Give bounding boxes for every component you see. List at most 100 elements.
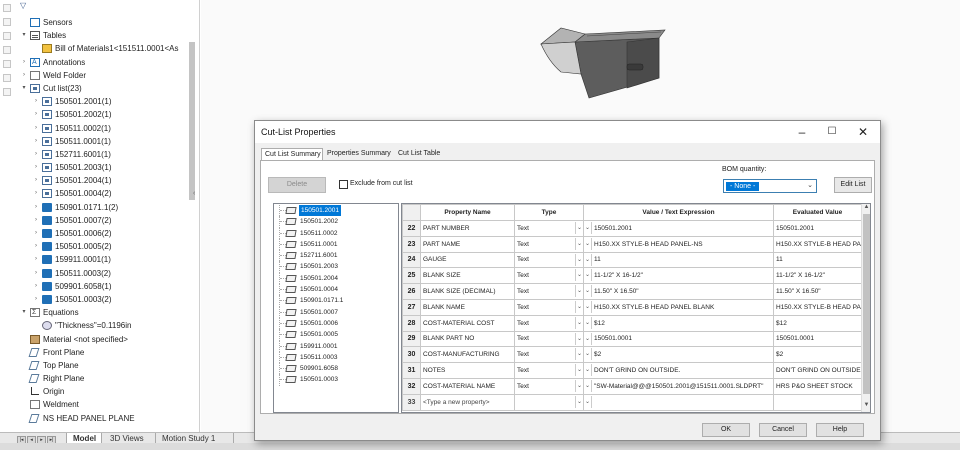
toolstrip-icon[interactable]: [3, 4, 11, 12]
tree-item[interactable]: › 150501.2001(1): [0, 95, 190, 108]
tree-item[interactable]: › 150501.0003(2): [0, 293, 190, 306]
chevron-down-icon[interactable]: ⌄: [575, 379, 583, 392]
value-expression-cell[interactable]: ⌄ "SW-Material@@@150501.2001@151511.0001.…: [583, 377, 774, 395]
expand-right-icon[interactable]: ›: [32, 148, 40, 161]
property-name-cell[interactable]: PART NAME: [420, 235, 515, 253]
cut-list-item[interactable]: 159911.0001: [274, 340, 398, 352]
chevron-down-icon[interactable]: ⌄: [575, 285, 583, 298]
expand-right-icon[interactable]: ›: [32, 95, 40, 108]
tree-item[interactable]: › 509901.6058(1): [0, 280, 190, 293]
expand-right-icon[interactable]: ›: [32, 214, 40, 227]
expand-right-icon[interactable]: ›: [32, 108, 40, 121]
value-expression-cell[interactable]: ⌄: [583, 393, 774, 411]
chevron-down-icon[interactable]: ⌄: [575, 364, 583, 377]
property-name-cell[interactable]: BLANK PART NO: [420, 330, 515, 348]
chevron-down-icon[interactable]: ⌄: [575, 237, 583, 250]
scroll-down-icon[interactable]: ▼: [862, 402, 870, 411]
expand-down-icon[interactable]: ▾: [20, 82, 28, 95]
tree-item[interactable]: Sensors: [0, 16, 190, 29]
chevron-down-icon[interactable]: ⌄: [585, 222, 592, 234]
cut-list-tree[interactable]: 150501.2001 150501.2002 150511.0002 150511.…: [273, 203, 399, 413]
value-expression-cell[interactable]: ⌄ 11: [583, 251, 774, 269]
chevron-down-icon[interactable]: ⌄: [585, 285, 592, 298]
property-name-cell[interactable]: BLANK SIZE: [420, 267, 515, 285]
property-name-cell[interactable]: COST-MATERIAL COST: [420, 314, 515, 332]
expand-right-icon[interactable]: ›: [32, 174, 40, 187]
type-cell[interactable]: Text ⌄: [514, 220, 584, 237]
value-expression-cell[interactable]: ⌄ 150501.2001: [583, 220, 774, 237]
value-expression-cell[interactable]: ⌄ H150.XX STYLE-B HEAD PANEL-NS: [583, 235, 774, 253]
table-row[interactable]: 22 PART NUMBER Text ⌄ ⌄ 150501.2001 150501.200…: [402, 220, 862, 237]
chevron-down-icon[interactable]: ⌄: [575, 222, 583, 234]
property-name-cell[interactable]: COST-MANUFACTURING: [420, 346, 515, 364]
value-expression-cell[interactable]: ⌄ 11-1/2" X 16-1/2": [583, 267, 774, 285]
table-row[interactable]: 23 PART NAME Text ⌄ ⌄ H150.XX STYLE-B HEAD PA…: [402, 235, 862, 253]
exclude-checkbox[interactable]: [339, 180, 348, 189]
tree-item[interactable]: ▾ Equations: [0, 306, 190, 319]
cut-list-item[interactable]: 509901.6058: [274, 363, 398, 375]
tree-item[interactable]: ▾ Cut list(23): [0, 82, 190, 95]
chevron-down-icon[interactable]: ⌄: [585, 379, 592, 392]
chevron-down-icon[interactable]: ⌄: [585, 364, 592, 377]
chevron-down-icon[interactable]: ⌄: [575, 253, 583, 266]
tree-item[interactable]: › 150501.0007(2): [0, 214, 190, 227]
value-expression-cell[interactable]: ⌄ H150.XX STYLE-B HEAD PANEL BLANK: [583, 298, 774, 316]
type-cell[interactable]: Text ⌄: [514, 314, 584, 332]
cut-list-item[interactable]: 150511.0002: [274, 227, 398, 239]
expand-right-icon[interactable]: ›: [20, 69, 28, 82]
expand-right-icon[interactable]: ›: [32, 227, 40, 240]
tree-item[interactable]: › 150511.0003(2): [0, 267, 190, 280]
dialog-titlebar[interactable]: Cut-List Properties – ☐ ✕: [255, 121, 880, 143]
cut-list-item[interactable]: 150901.0171.1: [274, 295, 398, 307]
edit-list-button[interactable]: Edit List: [834, 177, 872, 193]
cut-list-item[interactable]: 150501.2001: [274, 205, 398, 217]
tab-properties-summary[interactable]: Properties Summary: [324, 148, 394, 160]
expand-right-icon[interactable]: [20, 16, 28, 29]
expand-right-icon[interactable]: [20, 372, 28, 385]
expand-right-icon[interactable]: ›: [32, 135, 40, 148]
chevron-down-icon[interactable]: ⌄: [585, 253, 592, 266]
tree-item[interactable]: › 150511.0002(1): [0, 122, 190, 135]
expand-right-icon[interactable]: [20, 398, 28, 411]
tree-item[interactable]: › 150501.2004(1): [0, 174, 190, 187]
cut-list-item[interactable]: 150501.2002: [274, 216, 398, 228]
expand-right-icon[interactable]: ›: [32, 161, 40, 174]
tree-item[interactable]: › 150901.0171.1(2): [0, 201, 190, 214]
property-name-cell[interactable]: NOTES: [420, 362, 515, 379]
table-row[interactable]: 27 BLANK NAME Text ⌄ ⌄ H150.XX STYLE-B HEAD P…: [402, 298, 862, 316]
value-expression-cell[interactable]: ⌄ $2: [583, 346, 774, 364]
expand-right-icon[interactable]: [20, 385, 28, 398]
tree-scrollbar[interactable]: [188, 14, 196, 430]
tree-item[interactable]: Front Plane: [0, 346, 190, 359]
cut-list-item[interactable]: 150501.0004: [274, 284, 398, 296]
cut-list-item[interactable]: 150501.0007: [274, 306, 398, 318]
tree-item[interactable]: › 159911.0001(1): [0, 253, 190, 266]
table-row[interactable]: 25 BLANK SIZE Text ⌄ ⌄ 11-1/2" X 16-1/2" 11-1/…: [402, 267, 862, 285]
cut-list-item[interactable]: 150511.0003: [274, 351, 398, 364]
type-cell[interactable]: Text ⌄: [514, 362, 584, 379]
expand-right-icon[interactable]: [32, 42, 40, 55]
expand-down-icon[interactable]: ▾: [20, 29, 28, 42]
expand-right-icon[interactable]: ›: [32, 122, 40, 135]
tree-item[interactable]: Top Plane: [0, 359, 190, 372]
maximize-button[interactable]: ☐: [817, 123, 847, 141]
chevron-down-icon[interactable]: ⌄: [585, 332, 592, 345]
tree-item[interactable]: NS HEAD PANEL PLANE: [0, 412, 190, 425]
chevron-down-icon[interactable]: ⌄: [575, 348, 583, 361]
new-property-row[interactable]: 33 <Type a new property> ⌄ ⌄: [402, 393, 862, 411]
type-cell[interactable]: Text ⌄: [514, 298, 584, 316]
tree-item[interactable]: › 150501.0005(2): [0, 240, 190, 253]
tree-item[interactable]: › 150501.0006(2): [0, 227, 190, 240]
chevron-down-icon[interactable]: ⌄: [575, 300, 583, 313]
property-name-cell[interactable]: GAUGE: [420, 251, 515, 269]
table-row[interactable]: 32 COST-MATERIAL NAME Text ⌄ ⌄ "SW-Material@@…: [402, 377, 862, 395]
tab-cut-list-table[interactable]: Cut List Table: [395, 148, 443, 160]
value-expression-cell[interactable]: ⌄ $12: [583, 314, 774, 332]
cut-list-item[interactable]: 150501.0003: [274, 374, 398, 386]
tree-item[interactable]: › 152711.6001(1): [0, 148, 190, 161]
type-cell[interactable]: Text ⌄: [514, 283, 584, 300]
cut-list-item[interactable]: 150501.0005: [274, 329, 398, 341]
table-row[interactable]: 29 BLANK PART NO Text ⌄ ⌄ 150501.0001 150501.0…: [402, 330, 862, 348]
expand-right-icon[interactable]: [20, 333, 28, 346]
property-name-cell[interactable]: COST-MATERIAL NAME: [420, 377, 515, 395]
